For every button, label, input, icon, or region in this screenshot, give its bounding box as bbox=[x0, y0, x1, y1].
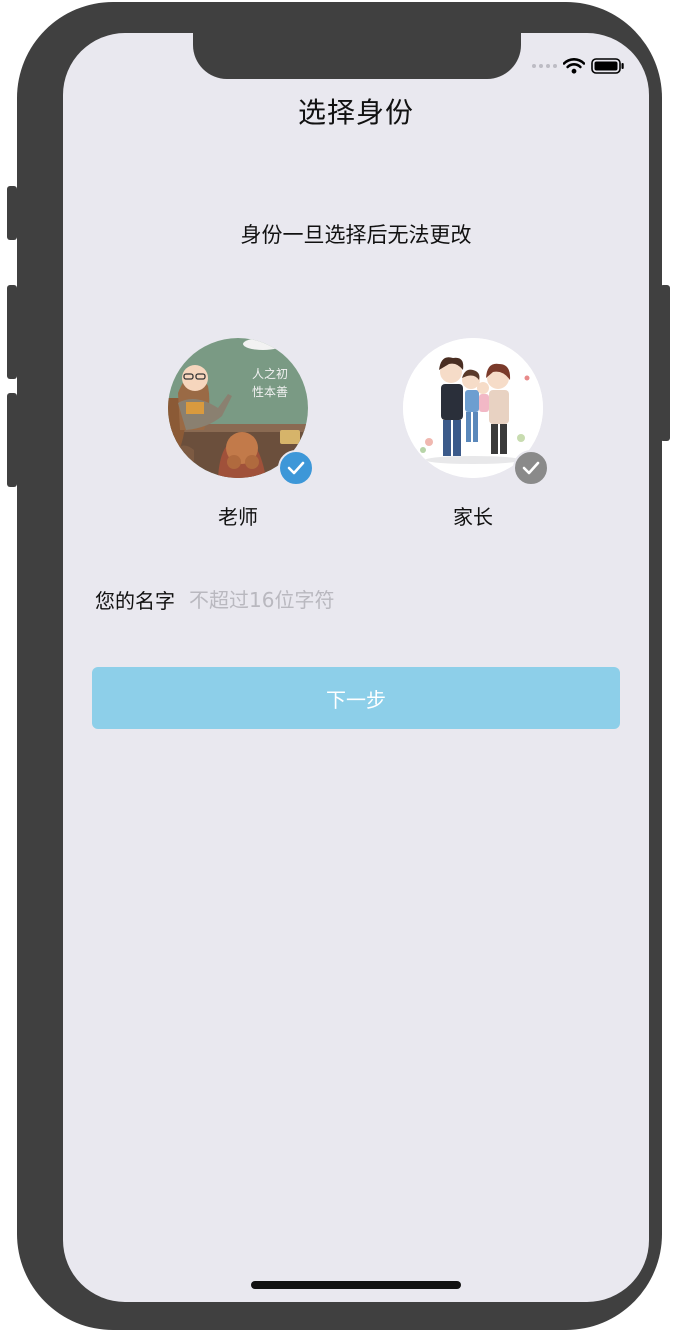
status-bar bbox=[532, 58, 625, 74]
signal-icon bbox=[532, 64, 557, 68]
name-input[interactable] bbox=[189, 587, 489, 612]
parent-unselected-check-icon bbox=[513, 450, 549, 486]
name-field-label: 您的名字 bbox=[95, 589, 175, 613]
mute-switch bbox=[7, 186, 17, 240]
wifi-icon bbox=[563, 58, 585, 74]
volume-down-button bbox=[7, 393, 17, 487]
teacher-label: 老师 bbox=[218, 505, 258, 529]
home-indicator[interactable] bbox=[251, 1281, 461, 1289]
next-step-button[interactable]: 下一步 bbox=[92, 667, 620, 729]
blackboard-text-line1: 人之初 bbox=[252, 367, 288, 381]
role-option-teacher[interactable]: 人之初 性本善 老师 bbox=[168, 338, 314, 529]
power-button bbox=[660, 285, 670, 441]
role-option-parent[interactable]: 家长 bbox=[403, 338, 549, 529]
parent-label: 家长 bbox=[453, 505, 493, 529]
phone-frame: 选择身份 身份一旦选择后无法更改 人之初 性本善 老师 家长 您的名字 不超过1… bbox=[17, 2, 662, 1330]
identity-warning-text: 身份一旦选择后无法更改 bbox=[240, 223, 472, 247]
page-title: 选择身份 bbox=[297, 96, 414, 129]
device-notch bbox=[193, 33, 521, 79]
blackboard-text-line2: 性本善 bbox=[252, 384, 288, 399]
app-screen: 选择身份 身份一旦选择后无法更改 人之初 性本善 老师 家长 您的名字 不超过1… bbox=[63, 33, 649, 1302]
teacher-selected-check-icon bbox=[278, 450, 314, 486]
name-row: 您的名字 bbox=[95, 585, 489, 614]
volume-up-button bbox=[7, 285, 17, 379]
battery-icon bbox=[591, 58, 624, 74]
